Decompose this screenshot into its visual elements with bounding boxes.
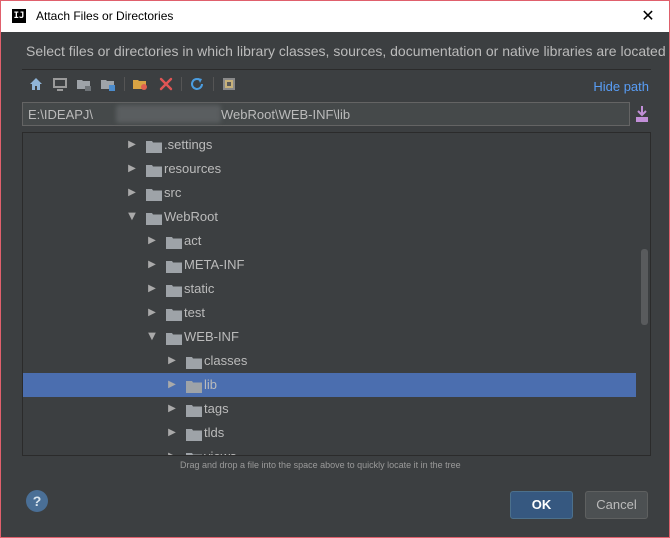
tree-item-label: WebRoot <box>164 209 218 224</box>
collapsed-arrow-icon[interactable]: ▶ <box>166 403 178 415</box>
intellij-app-icon: IJ <box>12 9 26 23</box>
path-history-icon[interactable] <box>635 105 649 123</box>
desktop-icon[interactable] <box>51 75 69 93</box>
folder-icon <box>146 210 162 225</box>
folder-icon <box>166 330 182 345</box>
tree-row[interactable]: ▶ tags <box>23 397 636 421</box>
tree-row[interactable]: ▶ static <box>23 277 636 301</box>
divider <box>22 69 651 70</box>
tree-row[interactable]: ▶ META-INF <box>23 253 636 277</box>
dialog-window: IJ Attach Files or Directories ✕ Select … <box>0 0 670 538</box>
tree-item-label: views <box>204 449 237 455</box>
path-suffix: WebRoot\WEB-INF\lib <box>221 107 351 122</box>
tree-item-label: lib <box>204 377 218 392</box>
title-bar[interactable]: IJ Attach Files or Directories ✕ <box>1 1 669 32</box>
folder-icon <box>166 306 182 321</box>
tree-row[interactable]: ▼ WEB-INF <box>23 325 636 349</box>
tree-row[interactable]: ▶ tlds <box>23 421 636 445</box>
ok-button[interactable]: OK <box>510 491 573 519</box>
tree-row[interactable]: ▶ lib <box>23 373 636 397</box>
redacted-path-segment <box>116 105 221 123</box>
project-folder-icon[interactable] <box>75 75 93 93</box>
path-input[interactable]: E:\IDEAPJ\ WebRoot\WEB-INF\lib <box>22 102 630 126</box>
folder-icon <box>166 234 182 249</box>
close-button[interactable]: ✕ <box>637 5 659 27</box>
hide-path-link[interactable]: Hide path <box>593 79 649 94</box>
module-folder-icon[interactable] <box>99 75 117 93</box>
collapsed-arrow-icon[interactable]: ▶ <box>146 259 158 271</box>
tree-item-label: act <box>184 233 202 248</box>
new-folder-icon[interactable] <box>131 75 149 93</box>
tree-row[interactable]: ▶ resources <box>23 157 636 181</box>
tree-item-label: classes <box>204 353 248 368</box>
collapsed-arrow-icon[interactable]: ▶ <box>166 427 178 439</box>
file-tree[interactable]: ▶ .settings ▶ resources ▶ src ▼ WebRoot ▶ act ▶ MET… <box>22 132 651 456</box>
tree-item-label: test <box>184 305 205 320</box>
tree-row[interactable]: ▶ src <box>23 181 636 205</box>
collapsed-arrow-icon[interactable]: ▶ <box>126 139 138 151</box>
folder-icon <box>146 162 162 177</box>
collapsed-arrow-icon[interactable]: ▶ <box>166 379 178 391</box>
collapsed-arrow-icon[interactable]: ▶ <box>126 187 138 199</box>
home-icon[interactable] <box>27 75 45 93</box>
tree-item-label: tlds <box>204 425 225 440</box>
tree-item-label: src <box>164 185 182 200</box>
tree-item-label: static <box>184 281 215 296</box>
collapsed-arrow-icon[interactable]: ▶ <box>126 163 138 175</box>
collapsed-arrow-icon[interactable]: ▶ <box>146 235 158 247</box>
collapsed-arrow-icon[interactable]: ▶ <box>146 283 158 295</box>
tree-row[interactable]: ▶ act <box>23 229 636 253</box>
folder-icon <box>146 186 162 201</box>
delete-icon[interactable] <box>157 75 175 93</box>
tree-row[interactable]: ▶ views <box>23 445 636 455</box>
drag-drop-hint: Drag and drop a file into the space abov… <box>180 460 461 470</box>
show-hidden-icon[interactable] <box>220 75 238 93</box>
collapsed-arrow-icon[interactable]: ▶ <box>166 355 178 367</box>
tree-row[interactable]: ▶ test <box>23 301 636 325</box>
cancel-button[interactable]: Cancel <box>585 491 648 519</box>
tree-item-label: tags <box>204 401 229 416</box>
tree-item-label: .settings <box>164 137 213 152</box>
folder-icon <box>186 354 202 369</box>
tree-row[interactable]: ▼ WebRoot <box>23 205 636 229</box>
tree-scrollbar[interactable] <box>641 249 648 325</box>
tree-item-label: resources <box>164 161 222 176</box>
help-button[interactable]: ? <box>26 490 48 512</box>
folder-icon <box>186 402 202 417</box>
refresh-icon[interactable] <box>188 75 206 93</box>
folder-icon <box>186 378 202 393</box>
tree-item-label: META-INF <box>184 257 245 272</box>
expanded-arrow-icon[interactable]: ▼ <box>146 331 158 343</box>
folder-icon <box>146 138 162 153</box>
folder-icon <box>166 282 182 297</box>
expanded-arrow-icon[interactable]: ▼ <box>126 211 138 223</box>
path-prefix: E:\IDEAPJ\ <box>28 107 94 122</box>
folder-icon <box>186 426 202 441</box>
toolbar-separator <box>181 77 182 91</box>
collapsed-arrow-icon[interactable]: ▶ <box>146 307 158 319</box>
tree-row[interactable]: ▶ classes <box>23 349 636 373</box>
folder-icon <box>186 450 202 455</box>
dialog-description: Select files or directories in which lib… <box>26 43 666 59</box>
window-title: Attach Files or Directories <box>36 9 174 23</box>
folder-icon <box>166 258 182 273</box>
toolbar-separator <box>213 77 214 91</box>
toolbar-separator <box>124 77 125 91</box>
tree-row[interactable]: ▶ .settings <box>23 133 636 157</box>
tree-item-label: WEB-INF <box>184 329 239 344</box>
collapsed-arrow-icon[interactable]: ▶ <box>166 451 178 455</box>
